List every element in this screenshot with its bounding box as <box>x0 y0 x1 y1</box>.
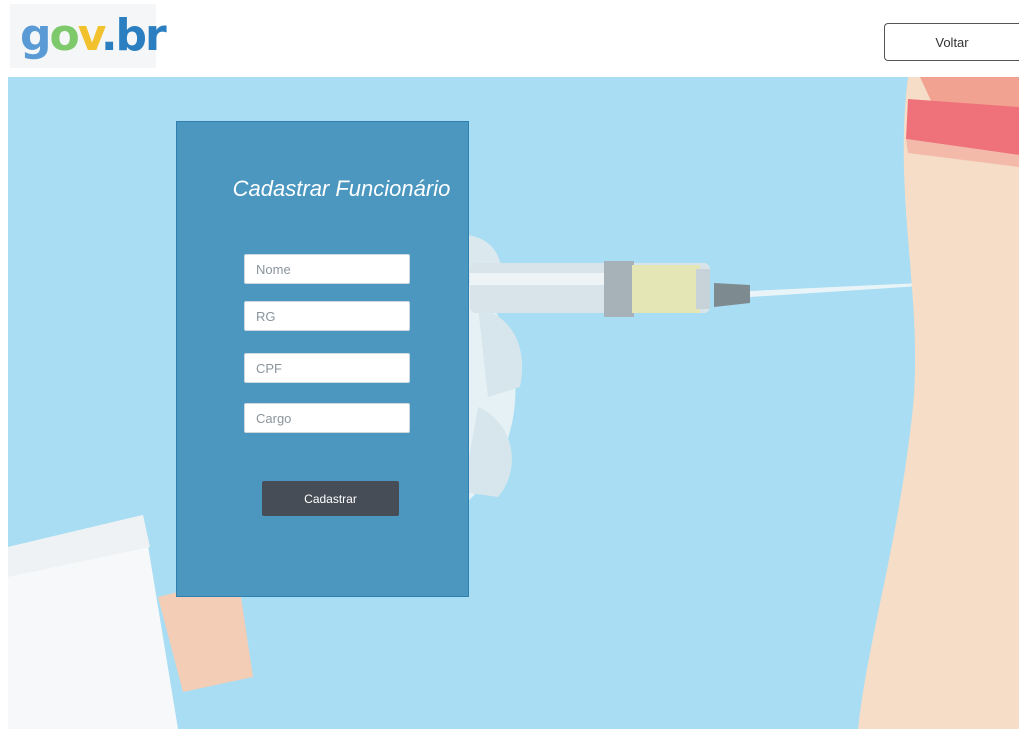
name-input[interactable] <box>244 254 410 284</box>
rg-input[interactable] <box>244 301 410 331</box>
top-header: gov.br gov.br Voltar <box>0 0 1019 77</box>
vaccination-background <box>8 77 1019 729</box>
employee-registration-form: Cadastrar Funcionário Cadastrar <box>176 121 469 597</box>
syringe-illustration <box>8 77 1019 729</box>
form-title: Cadastrar Funcionário <box>232 176 451 201</box>
cpf-input[interactable] <box>244 353 410 383</box>
cargo-input[interactable] <box>244 403 410 433</box>
register-button[interactable]: Cadastrar <box>262 481 399 516</box>
logo-wordmark: gov.br <box>20 10 167 61</box>
back-button[interactable]: Voltar <box>884 23 1019 61</box>
gov-br-logo[interactable]: gov.br gov.br <box>10 4 167 68</box>
